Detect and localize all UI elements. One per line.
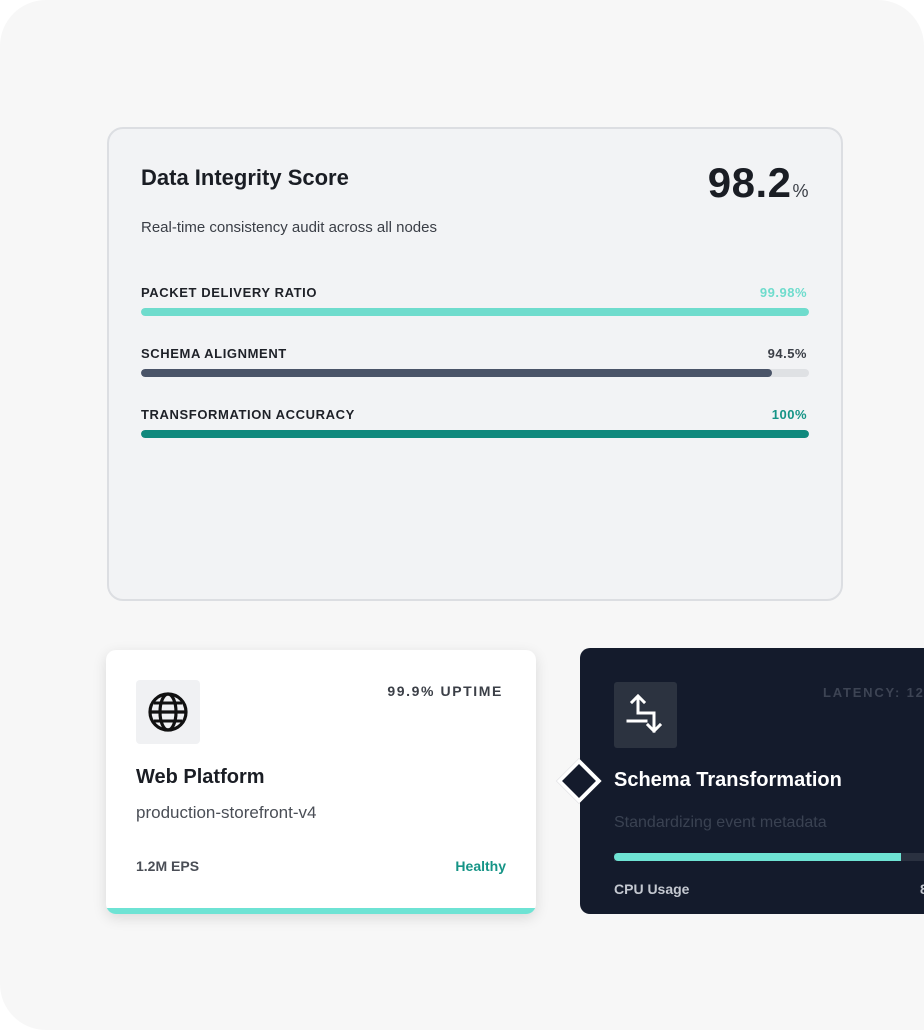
schema-icon-box [614, 682, 677, 748]
metric-packet-delivery: PACKET DELIVERY RATIO 99.98% [141, 285, 809, 316]
cpu-value: 8 [920, 881, 924, 897]
uptime-label: 99.9% UPTIME [387, 683, 503, 699]
status-badge: Healthy [455, 858, 506, 874]
integrity-score-unit: % [792, 181, 809, 201]
cpu-label: CPU Usage [614, 881, 690, 897]
service-host: production-storefront-v4 [136, 803, 317, 822]
globe-icon [148, 692, 188, 732]
metric-track [141, 430, 809, 438]
metric-transformation-accuracy: TRANSFORMATION ACCURACY 100% [141, 407, 809, 438]
metric-fill [141, 430, 809, 438]
metric-fill [141, 369, 773, 377]
transform-arrows-icon [626, 693, 662, 734]
service-name: Web Platform [136, 766, 265, 788]
web-platform-icon-box [136, 680, 200, 744]
metric-label: PACKET DELIVERY RATIO [141, 285, 318, 300]
web-platform-card[interactable]: 99.9% UPTIME Web Platform production-sto… [106, 650, 536, 914]
card-accent-bar [106, 908, 536, 914]
cpu-track [614, 853, 924, 861]
metric-value: 99.98% [759, 285, 807, 300]
canvas: Data Integrity Score 98.2% Real-time con… [0, 0, 924, 1030]
metric-track [141, 369, 809, 377]
data-integrity-card: Data Integrity Score 98.2% Real-time con… [107, 127, 843, 601]
integrity-title: Data Integrity Score [141, 165, 349, 190]
metric-schema-alignment: SCHEMA ALIGNMENT 94.5% [141, 346, 809, 377]
metric-label: SCHEMA ALIGNMENT [141, 346, 287, 361]
service-description: Standardizing event metadata [614, 814, 827, 831]
cpu-fill [614, 853, 902, 861]
latency-label: LATENCY: 12 [823, 685, 924, 700]
metric-value: 94.5% [767, 346, 807, 361]
metric-fill [141, 308, 809, 316]
metric-label: TRANSFORMATION ACCURACY [141, 407, 355, 422]
schema-transformation-card[interactable]: LATENCY: 12 Schema Transformation Standa… [580, 648, 924, 914]
metric-value: 100% [771, 407, 807, 422]
integrity-score: 98.2% [708, 159, 809, 207]
integrity-score-value: 98.2 [707, 159, 792, 206]
service-name: Schema Transformation [614, 769, 842, 791]
events-per-second: 1.2M EPS [136, 858, 200, 874]
metric-track [141, 308, 809, 316]
integrity-subtitle: Real-time consistency audit across all n… [141, 219, 437, 236]
